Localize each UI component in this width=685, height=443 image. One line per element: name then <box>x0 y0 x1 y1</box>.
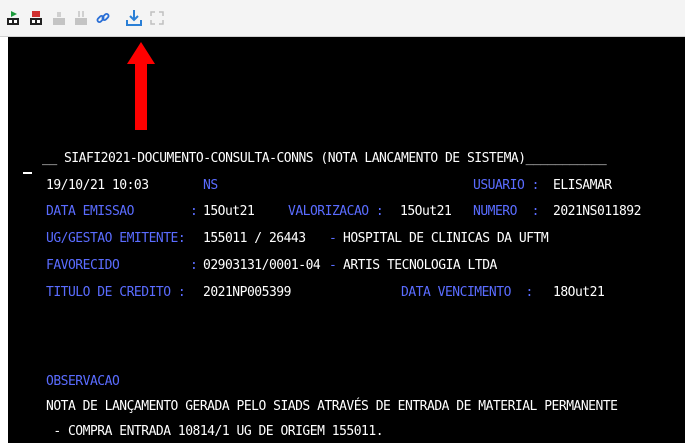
observacao-label: OBSERVACAO <box>46 374 120 389</box>
data-emissao-value: 15Out21 <box>203 204 255 219</box>
date-value: 19/10/21 <box>46 178 105 193</box>
cursor-marker <box>23 172 32 174</box>
numero-label: NUMERO : <box>473 204 539 219</box>
favorecido-dash: - <box>329 258 337 273</box>
titulo-label: TITULO DE CREDITO : <box>46 285 186 300</box>
ug-code: 155011 / 26443 <box>203 231 306 246</box>
favorecido-cnpj: 02903131/0001-04 <box>203 258 321 273</box>
data-emissao-label: DATA EMISSAO <box>46 204 134 219</box>
valorizacao-label: VALORIZACAO : <box>288 204 384 219</box>
toolbar <box>0 0 685 37</box>
observacao-line-2: - COMPRA ENTRADA 10814/1 UG DE ORIGEM 15… <box>46 424 384 439</box>
numero-value: 2021NS011892 <box>553 204 641 219</box>
disabled-icon-1 <box>50 9 68 27</box>
ug-name: HOSPITAL DE CLINICAS DA UFTM <box>343 231 549 246</box>
terminal-screen[interactable]: __ SIAFI2021-DOCUMENTO-CONSULTA-CONNS (N… <box>8 37 685 443</box>
play-icon[interactable] <box>4 9 22 27</box>
red-arrow-annotation <box>127 42 155 130</box>
observacao-line-1: NOTA DE LANÇAMENTO GERADA PELO SIADS ATR… <box>46 399 618 414</box>
vencimento-label: DATA VENCIMENTO : <box>401 285 533 300</box>
expand-icon <box>148 9 166 27</box>
link-icon[interactable] <box>94 9 112 27</box>
screen-title-line: __ SIAFI2021-DOCUMENTO-CONSULTA-CONNS (N… <box>42 150 607 168</box>
doc-type: NS <box>203 178 218 193</box>
ug-label: UG/GESTAO EMITENTE: <box>46 231 186 246</box>
titulo-value: 2021NP005399 <box>203 285 291 300</box>
title-prefix: __ <box>42 151 64 166</box>
header-line: 19/10/21 10:03 <box>46 177 149 195</box>
ug-dash: - <box>329 231 337 246</box>
usuario-value: ELISAMAR <box>553 178 612 193</box>
data-emissao-sep: : <box>190 204 198 219</box>
screen-title: SIAFI2021-DOCUMENTO-CONSULTA-CONNS (NOTA… <box>63 151 526 166</box>
favorecido-name: ARTIS TECNOLOGIA LTDA <box>343 258 497 273</box>
title-suffix: ___________ <box>525 151 607 166</box>
stop-icon[interactable] <box>27 9 45 27</box>
disabled-icon-2 <box>72 9 90 27</box>
usuario-label: USUARIO : <box>473 178 539 193</box>
valorizacao-value: 15Out21 <box>400 204 452 219</box>
download-icon[interactable] <box>125 9 143 27</box>
time-value: 10:03 <box>111 178 149 193</box>
vencimento-value: 18Out21 <box>553 285 605 300</box>
favorecido-label: FAVORECIDO <box>46 258 120 273</box>
favorecido-sep: : <box>190 258 198 273</box>
